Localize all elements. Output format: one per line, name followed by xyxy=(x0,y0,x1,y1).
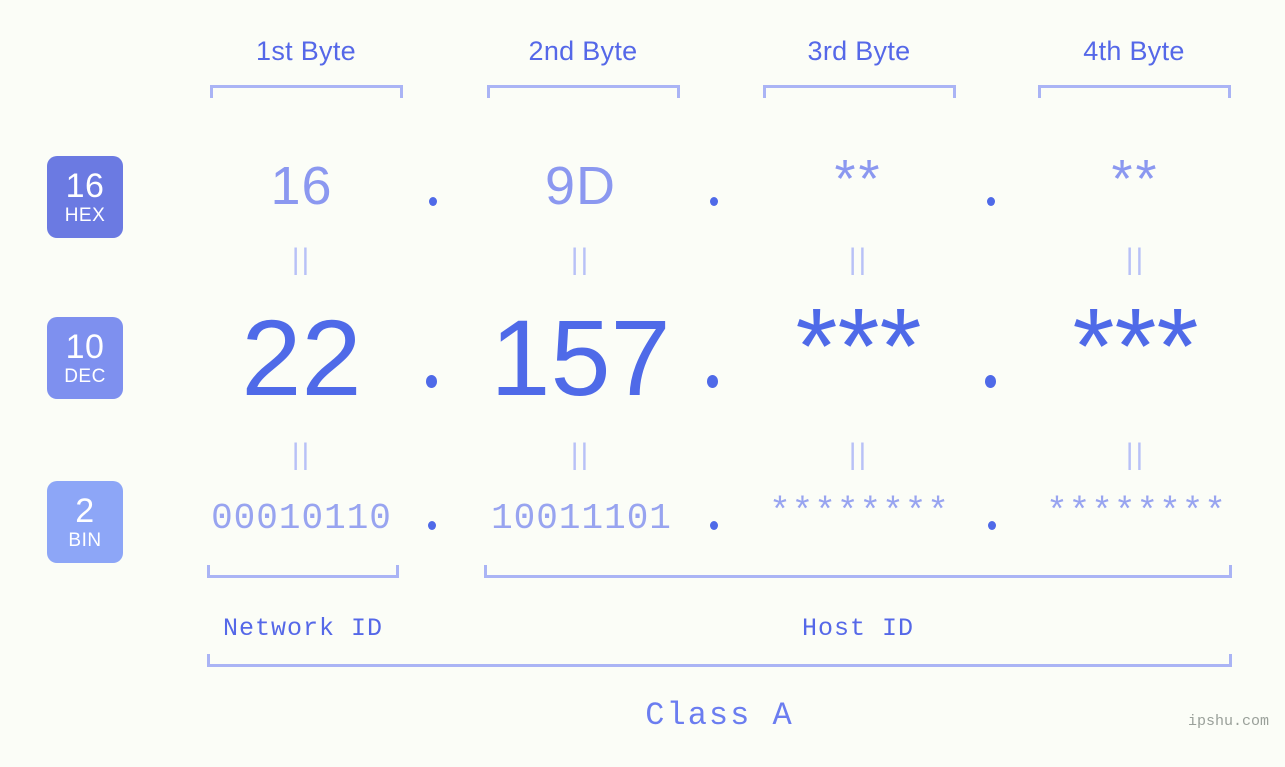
byte-header-label-1: 1st Byte xyxy=(256,36,356,66)
class-label: Class A xyxy=(645,697,794,734)
hex-separator-dot-2 xyxy=(710,197,718,206)
base-badge-bin-abbr: BIN xyxy=(68,530,102,551)
dec-value-byte-4: *** xyxy=(1072,285,1199,406)
equals-mark-hexdec-4: || xyxy=(1125,243,1146,276)
network-id-bracket xyxy=(207,565,399,578)
base-badge-hex: 16 HEX xyxy=(47,156,123,238)
base-badge-dec-number: 10 xyxy=(65,328,105,366)
hex-value-byte-2: 9D xyxy=(544,156,617,216)
base-badge-hex-number: 16 xyxy=(65,167,105,205)
bin-separator-dot-3 xyxy=(988,521,996,530)
base-badge-dec-abbr: DEC xyxy=(64,366,106,387)
bin-separator-dot-1 xyxy=(428,521,436,530)
byte-bracket-top-3 xyxy=(763,85,956,98)
byte-bracket-top-2 xyxy=(487,85,680,98)
network-id-label: Network ID xyxy=(222,614,384,643)
hex-separator-dot-1 xyxy=(429,197,437,206)
dec-value-byte-1: 22 xyxy=(241,297,362,418)
dec-separator-dot-1 xyxy=(426,375,437,388)
equals-mark-decbin-1: || xyxy=(291,438,312,471)
base-badge-dec: 10 DEC xyxy=(47,317,123,399)
byte-bracket-top-1 xyxy=(210,85,403,98)
byte-header-label-3: 3rd Byte xyxy=(807,36,911,66)
equals-mark-hexdec-3: || xyxy=(848,243,869,276)
ip-byte-breakdown-diagram: 1st Byte 2nd Byte 3rd Byte 4th Byte 16 H… xyxy=(0,0,1285,767)
hex-value-byte-3: ** xyxy=(834,149,883,209)
hex-value-byte-1: 16 xyxy=(270,156,333,216)
dec-separator-dot-2 xyxy=(707,375,718,388)
bin-value-byte-3: ******** xyxy=(769,492,950,533)
hex-value-byte-4: ** xyxy=(1111,149,1160,209)
host-id-bracket xyxy=(484,565,1232,578)
byte-header-label-4: 4th Byte xyxy=(1083,36,1185,66)
bin-value-byte-2: 10011101 xyxy=(491,498,672,539)
base-badge-bin-number: 2 xyxy=(75,492,95,530)
equals-mark-hexdec-1: || xyxy=(291,243,312,276)
bin-separator-dot-2 xyxy=(710,521,718,530)
hex-separator-dot-3 xyxy=(987,197,995,206)
byte-bracket-top-4 xyxy=(1038,85,1231,98)
bin-value-byte-1: 00010110 xyxy=(211,498,392,539)
equals-mark-hexdec-2: || xyxy=(570,243,591,276)
bin-value-byte-4: ******** xyxy=(1046,492,1227,533)
base-badge-bin: 2 BIN xyxy=(47,481,123,563)
byte-header-label-2: 2nd Byte xyxy=(528,36,638,66)
dec-separator-dot-3 xyxy=(985,375,996,388)
equals-mark-decbin-3: || xyxy=(848,438,869,471)
dec-value-byte-3: *** xyxy=(795,285,922,406)
equals-mark-decbin-4: || xyxy=(1125,438,1146,471)
equals-mark-decbin-2: || xyxy=(570,438,591,471)
base-badge-hex-abbr: HEX xyxy=(64,205,106,226)
class-bracket xyxy=(207,654,1232,667)
site-watermark: ipshu.com xyxy=(1188,713,1270,730)
dec-value-byte-2: 157 xyxy=(490,297,671,418)
host-id-label: Host ID xyxy=(801,614,915,643)
